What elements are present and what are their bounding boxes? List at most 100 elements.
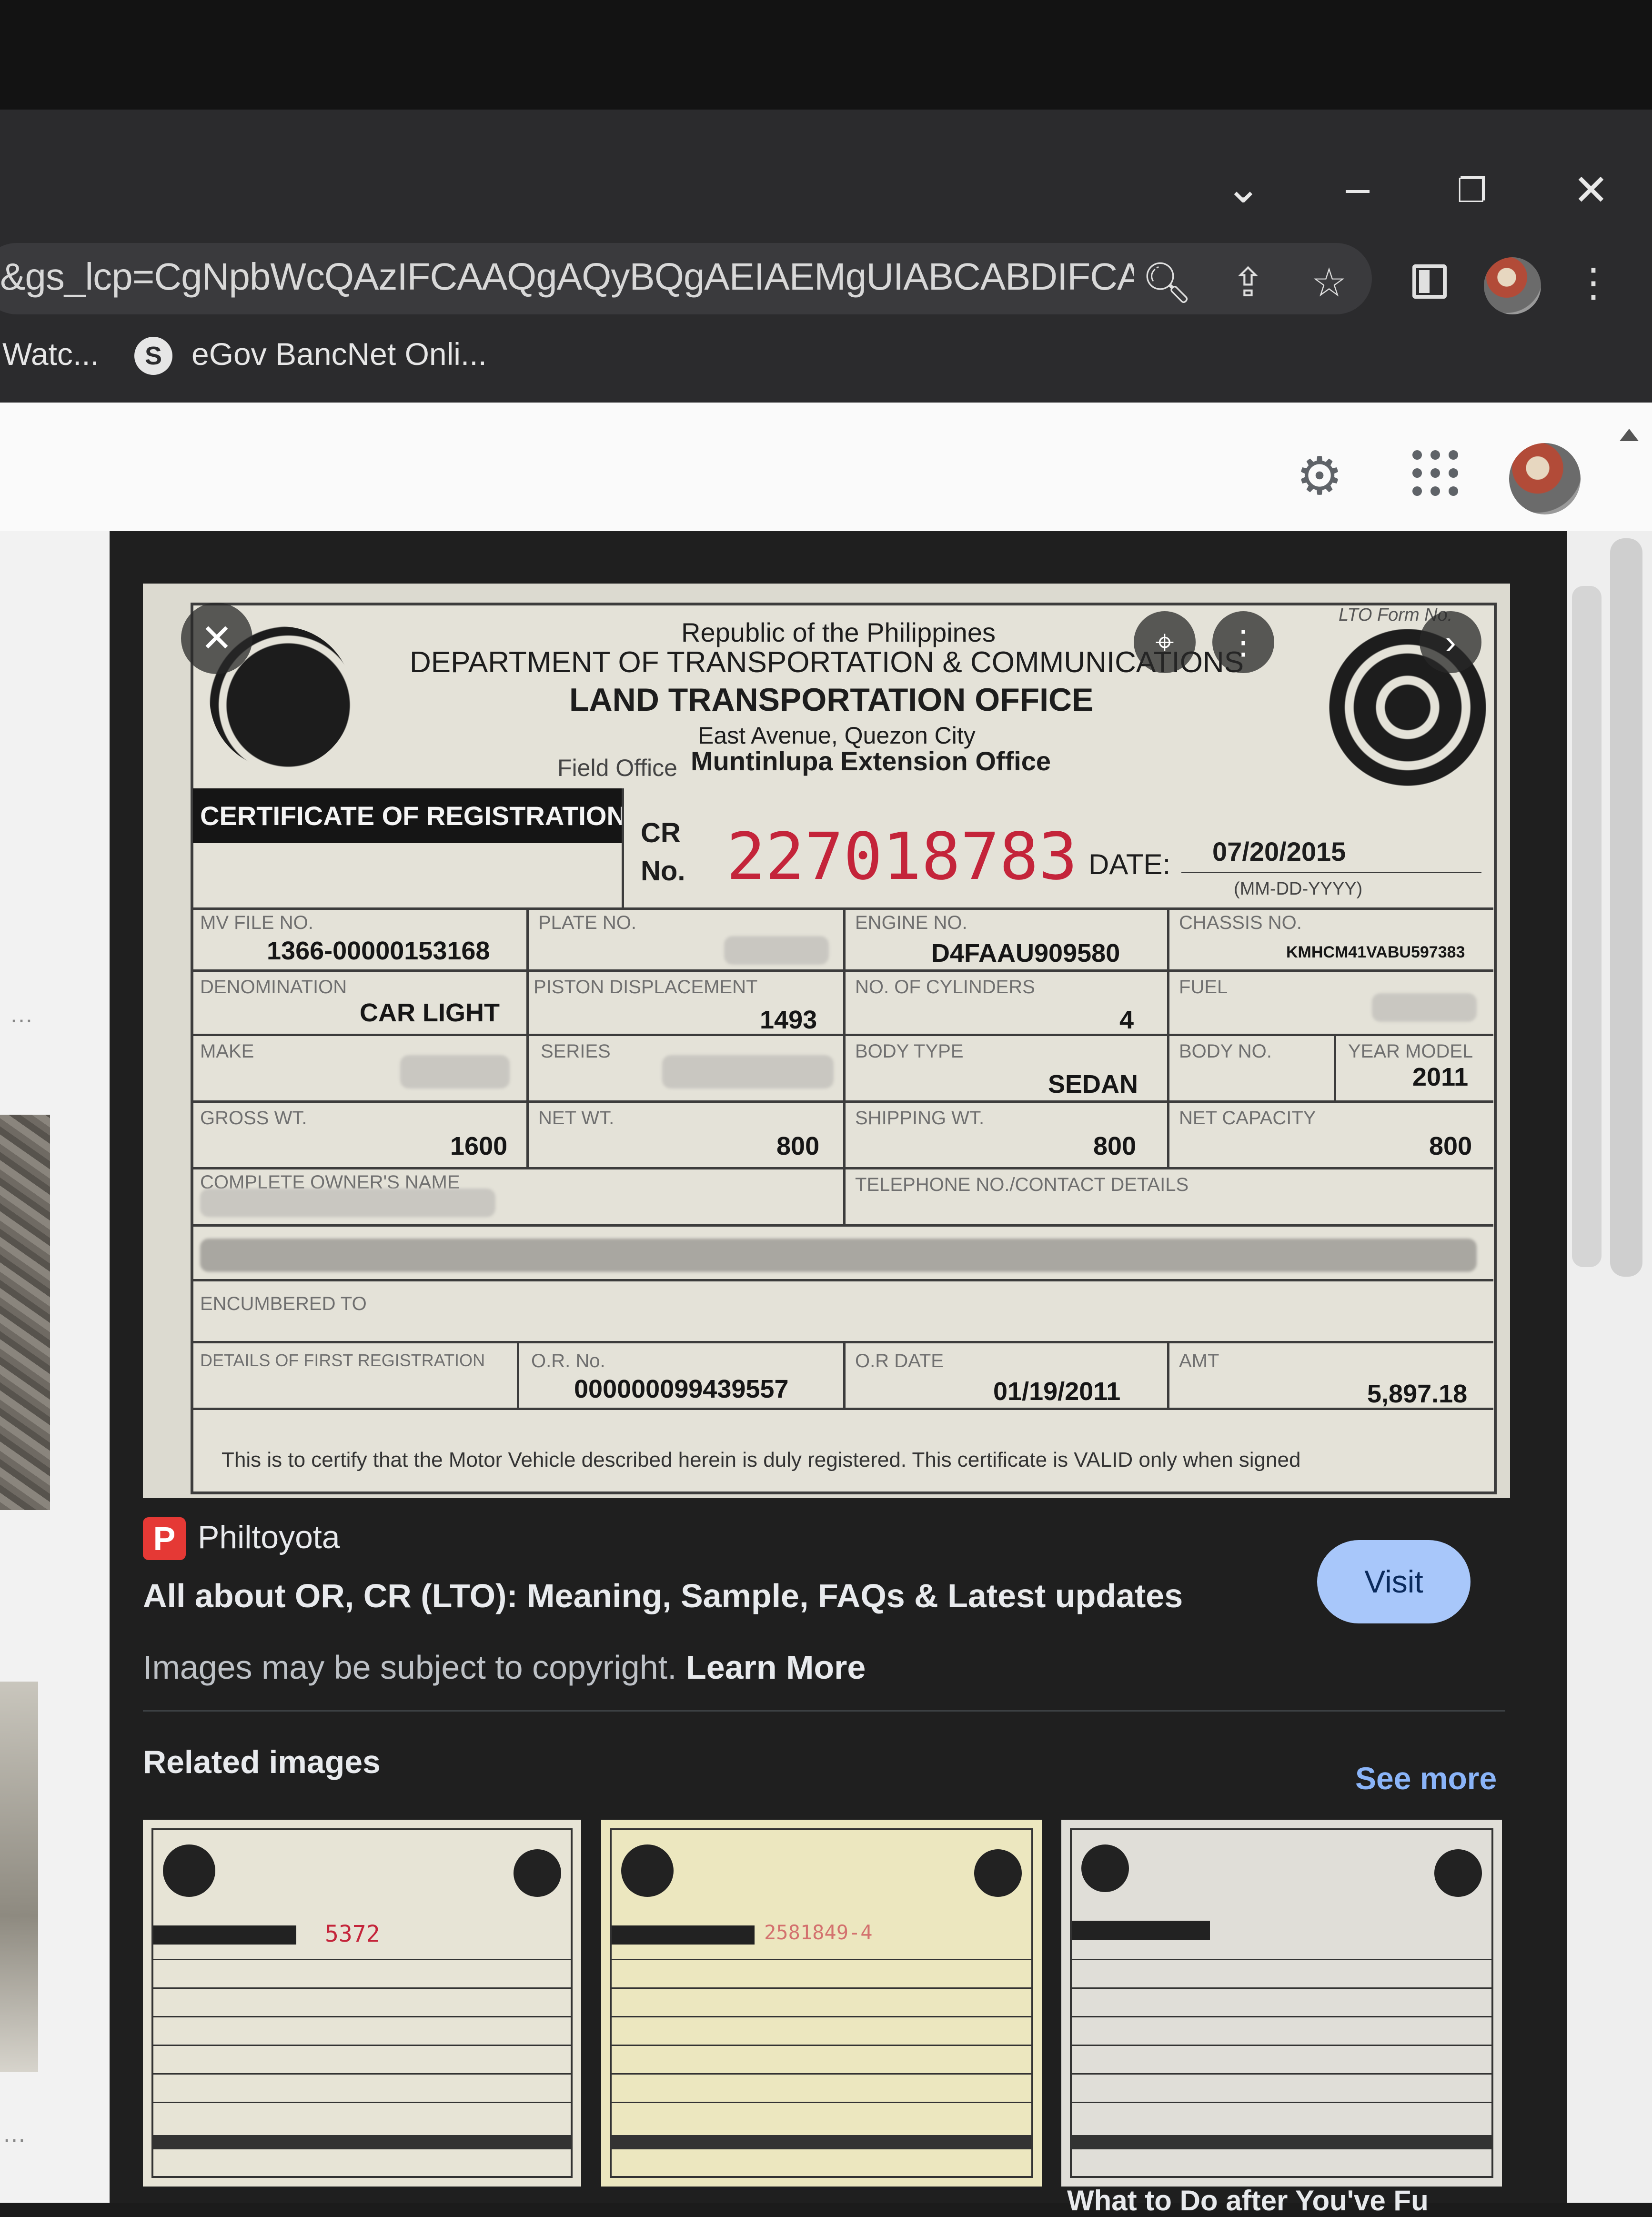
- browser-menu-icon[interactable]: ⋮: [1567, 256, 1620, 309]
- first-registration-label: DETAILS OF FIRST REGISTRATION: [200, 1350, 485, 1370]
- series-label: SERIES: [541, 1041, 611, 1062]
- related-row-line: [1072, 1959, 1491, 1960]
- apps-dot: [1412, 468, 1422, 478]
- zoom-icon[interactable]: 🔍︎: [1141, 256, 1193, 309]
- engine-value: D4FAAU909580: [931, 939, 1120, 967]
- fuel-label: FUEL: [1179, 977, 1228, 998]
- related-seal: [163, 1844, 215, 1897]
- related-footer-bar: [1072, 2135, 1491, 2149]
- settings-gear-icon[interactable]: ⚙: [1289, 445, 1350, 507]
- plate-label: PLATE NO.: [538, 912, 636, 933]
- see-more-link[interactable]: See more: [1355, 1760, 1497, 1796]
- body-no-label: BODY NO.: [1179, 1041, 1272, 1062]
- apps-grid-icon[interactable]: [1412, 450, 1460, 498]
- panel-scrollbar-thumb[interactable]: [1572, 586, 1602, 1267]
- related-title-box: [612, 1925, 755, 1945]
- divider: [622, 788, 624, 907]
- related-image-border: 2581849-4: [610, 1828, 1033, 2178]
- year-model-label: YEAR MODEL: [1348, 1041, 1473, 1062]
- close-preview-icon[interactable]: ✕: [181, 603, 252, 674]
- plate-redacted: [724, 936, 829, 965]
- related-row-line: [153, 2016, 571, 2017]
- related-images-heading: Related images: [143, 1744, 381, 1780]
- related-row-line: [612, 1987, 1031, 1989]
- related-title-box: [153, 1925, 296, 1945]
- body-type-value: SEDAN: [1048, 1070, 1138, 1098]
- apps-dot: [1430, 468, 1440, 478]
- related-image-1[interactable]: 5372: [143, 1820, 581, 2187]
- result-thumbnail[interactable]: [0, 1115, 50, 1510]
- related-row-line: [1072, 2102, 1491, 2103]
- tab-search-chevron-icon[interactable]: ⌄: [1215, 167, 1272, 210]
- cr-label-no: No.: [641, 856, 685, 887]
- restore-icon[interactable]: ❐: [1443, 169, 1501, 212]
- share-icon[interactable]: ⇪: [1222, 256, 1274, 309]
- next-image-icon[interactable]: ›: [1420, 611, 1481, 673]
- related-caption[interactable]: What to Do after You've Fu: [1067, 2184, 1429, 2217]
- philtoyota-favicon-icon: P: [143, 1517, 186, 1560]
- profile-avatar[interactable]: [1484, 257, 1541, 314]
- encumbered-label: ENCUMBERED TO: [200, 1293, 367, 1314]
- bookmark-item[interactable]: Watc...: [2, 336, 99, 372]
- related-row-line: [612, 2073, 1031, 2075]
- preview-image-certificate[interactable]: Republic of the Philippines DEPARTMENT O…: [143, 584, 1510, 1498]
- more-options-icon[interactable]: ⋮: [1212, 611, 1274, 673]
- owner-redacted: [200, 1189, 495, 1217]
- related-row-line: [1072, 1987, 1491, 1989]
- bookmark-star-icon[interactable]: ☆: [1303, 256, 1355, 309]
- side-panel-icon-fill: [1419, 270, 1430, 293]
- related-footer-bar: [153, 2135, 571, 2149]
- table-line: [1167, 1341, 1169, 1408]
- certificate-title: CERTIFICATE OF REGISTRATION: [200, 801, 626, 831]
- copyright-notice: Images may be subject to copyright. Lear…: [143, 1648, 866, 1686]
- net-capacity-label: NET CAPACITY: [1179, 1108, 1316, 1129]
- result-thumbnail[interactable]: [0, 1682, 38, 2072]
- related-row-line: [153, 2102, 571, 2103]
- section-divider: [143, 1710, 1505, 1712]
- minimize-icon[interactable]: –: [1329, 167, 1386, 210]
- related-image-border: [1070, 1828, 1493, 2178]
- page-scrollbar-thumb[interactable]: [1610, 538, 1642, 1277]
- related-cr-number: 5372: [325, 1921, 380, 1947]
- telephone-label: TELEPHONE NO./CONTACT DETAILS: [855, 1174, 1189, 1195]
- date-format: (MM-DD-YYYY): [1234, 879, 1363, 899]
- more-dots-icon[interactable]: …: [2, 2120, 26, 2147]
- shipping-value: 800: [1093, 1132, 1137, 1160]
- related-row-line: [612, 2045, 1031, 2046]
- egov-favicon-icon: S: [134, 337, 172, 375]
- fuel-redacted: [1372, 993, 1477, 1022]
- bookmark-item[interactable]: eGov BancNet Onli...: [191, 336, 487, 372]
- close-window-icon[interactable]: ✕: [1562, 169, 1620, 212]
- url-text[interactable]: &gs_lcp=CgNpbWcQAzIFCAAQgAQyBQgAEIAEMgUI…: [0, 255, 1134, 299]
- mv-file-label: MV FILE NO.: [200, 912, 313, 933]
- related-footer-bar: [612, 2135, 1031, 2149]
- source-name[interactable]: Philtoyota: [198, 1519, 340, 1556]
- chassis-label: CHASSIS NO.: [1179, 912, 1302, 933]
- shipping-label: SHIPPING WT.: [855, 1108, 985, 1129]
- related-title-box: [1072, 1921, 1210, 1940]
- related-seal: [1081, 1844, 1129, 1892]
- account-avatar[interactable]: [1509, 443, 1581, 514]
- related-image-3[interactable]: [1061, 1820, 1502, 2187]
- title-bar: [0, 110, 1652, 229]
- lens-search-icon[interactable]: ⌖: [1134, 611, 1196, 673]
- visit-button[interactable]: Visit: [1317, 1540, 1471, 1623]
- related-row-line: [153, 2045, 571, 2046]
- more-dots-icon[interactable]: …: [10, 1000, 33, 1028]
- related-image-2[interactable]: 2581849-4: [601, 1820, 1042, 2187]
- result-title[interactable]: All about OR, CR (LTO): Meaning, Sample,…: [143, 1577, 1183, 1615]
- or-label: O.R. No.: [531, 1350, 605, 1371]
- related-row-line: [612, 1959, 1031, 1960]
- side-panel-icon[interactable]: [1412, 264, 1447, 299]
- cylinders-value: 4: [1119, 1006, 1134, 1034]
- learn-more-link[interactable]: Learn More: [686, 1649, 866, 1686]
- related-row-line: [153, 1987, 571, 1989]
- related-row-line: [1072, 2045, 1491, 2046]
- amount-label: AMT: [1179, 1350, 1219, 1371]
- page-header: [0, 403, 1652, 531]
- or-number: 000000099439557: [574, 1375, 789, 1403]
- scroll-up-arrow-icon[interactable]: [1620, 429, 1639, 441]
- table-line: [843, 1341, 846, 1408]
- apps-dot: [1449, 486, 1458, 496]
- body-type-label: BODY TYPE: [855, 1041, 964, 1062]
